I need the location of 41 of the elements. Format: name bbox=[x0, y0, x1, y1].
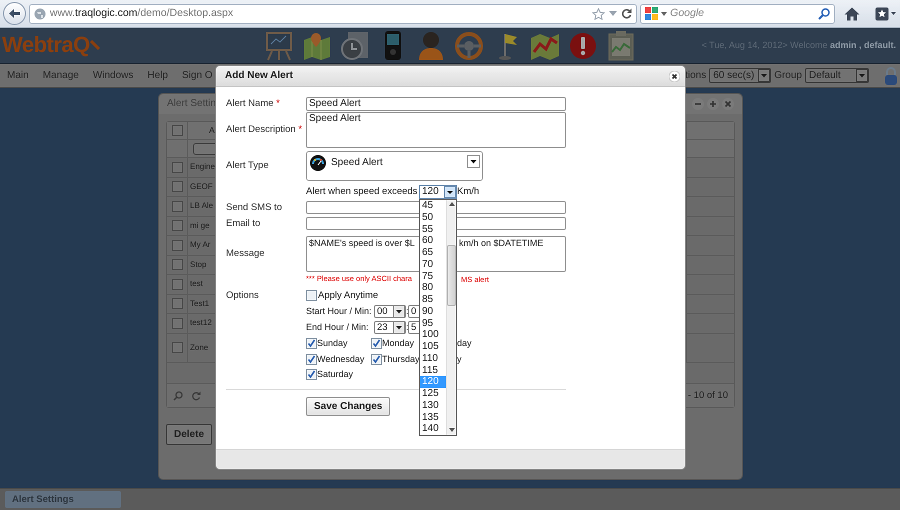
logo: WebtraQ bbox=[2, 32, 90, 59]
field-label: Email to bbox=[226, 218, 260, 229]
refresh-label: tions bbox=[685, 70, 706, 82]
field-label: End Hour / Min: bbox=[306, 322, 370, 333]
table-cell: Test1 bbox=[190, 298, 210, 309]
required-mark: * bbox=[276, 98, 280, 110]
checkbox-label: Apply Anytime bbox=[318, 290, 378, 302]
checkbox-label: day bbox=[457, 338, 472, 349]
field-label: Start Hour / Min: bbox=[306, 306, 373, 317]
message-text: $NAME's speed is over $L bbox=[309, 238, 415, 248]
checkbox-label: Wednesday bbox=[317, 354, 364, 364]
field-label: Send SMS to bbox=[226, 202, 282, 213]
separator: : bbox=[406, 306, 408, 317]
checkbox-label: Sunday bbox=[317, 338, 348, 349]
table-cell: test12 bbox=[190, 318, 212, 328]
separator: : bbox=[406, 322, 408, 333]
url-text: www.traqlogic.com/demo/Desktop.aspx bbox=[50, 7, 234, 20]
checkbox-label: Thursday bbox=[382, 354, 420, 364]
table-cell: Stop bbox=[190, 260, 206, 270]
checkbox-label: Saturday bbox=[317, 369, 354, 380]
field-label: Alert Name bbox=[226, 98, 274, 110]
group-label: Group bbox=[774, 70, 802, 82]
checkbox-label: Monday bbox=[382, 338, 414, 349]
required-mark: * bbox=[298, 124, 302, 136]
table-cell: My Ar bbox=[190, 240, 210, 250]
table-cell: test bbox=[190, 279, 203, 290]
field-label: Alert Description bbox=[226, 124, 296, 136]
field-label: Alert Type bbox=[226, 160, 269, 172]
table-cell: GEOF bbox=[190, 182, 213, 192]
table-cell: Engine bbox=[190, 162, 215, 172]
field-label: Alert when speed exceeds bbox=[306, 186, 418, 198]
checkbox-label: y bbox=[457, 354, 462, 364]
message-text: km/h on $DATETIME bbox=[459, 238, 544, 249]
table-cell: mi ge bbox=[190, 220, 210, 231]
field-label: Options bbox=[226, 290, 259, 301]
unit-label: Km/h bbox=[457, 186, 480, 198]
table-cell: Zone bbox=[190, 342, 208, 352]
page-info: - 10 of 10 bbox=[688, 390, 728, 402]
dialog-title: Add New Alert bbox=[225, 70, 293, 82]
table-cell: LB Ale bbox=[190, 201, 214, 212]
field-label: Message bbox=[226, 248, 265, 260]
